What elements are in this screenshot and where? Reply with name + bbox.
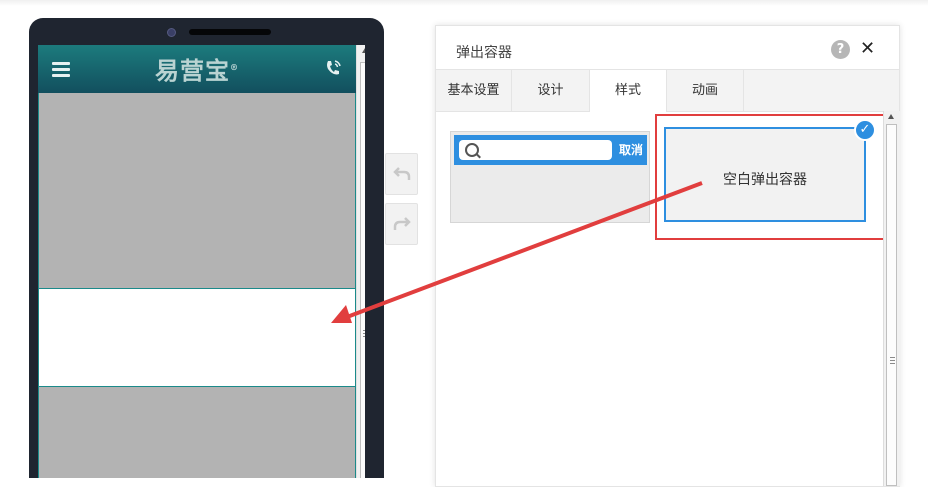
annotation-arrow xyxy=(331,181,703,323)
arrow-shaft xyxy=(346,181,703,319)
arrow-head xyxy=(331,305,352,323)
